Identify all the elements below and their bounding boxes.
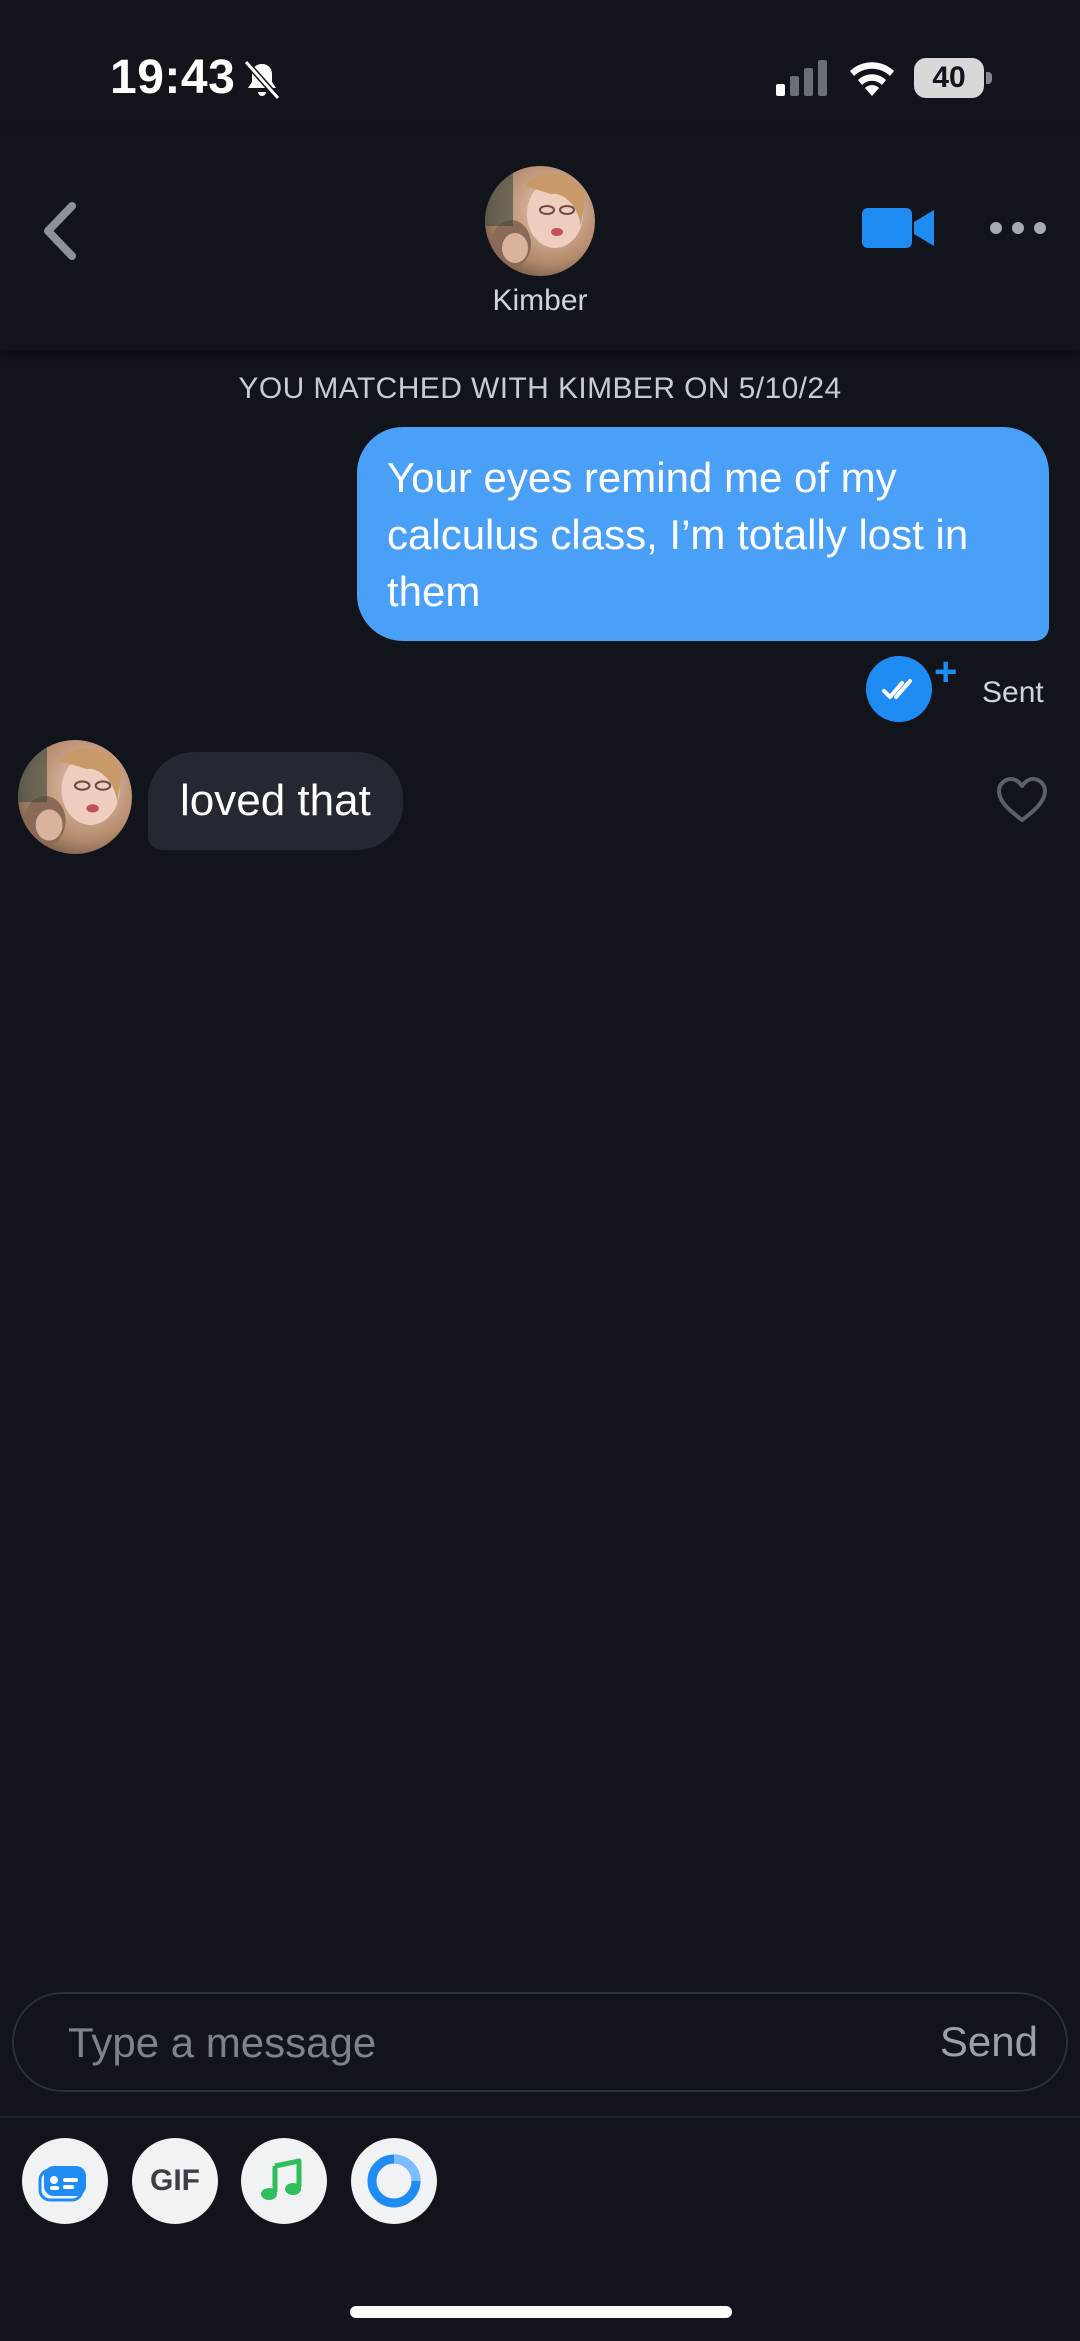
battery-indicator: 40 [914,58,992,98]
gif-label: GIF [150,2164,200,2197]
message-composer: Send [12,1992,1068,2092]
heart-icon[interactable] [996,776,1048,824]
double-check-icon [882,679,912,699]
ring-icon [367,2154,421,2208]
music-button[interactable] [241,2138,327,2224]
card-button[interactable] [22,2138,108,2224]
message-input[interactable] [66,1994,870,2092]
divider [0,2116,1080,2118]
read-receipt-button[interactable] [866,656,932,722]
signal-icon [776,60,827,96]
incoming-avatar[interactable] [18,740,132,854]
match-avatar[interactable] [485,166,595,276]
match-name[interactable]: Kimber [0,284,1080,318]
sent-status: Sent [982,676,1044,709]
send-button[interactable]: Send [940,1994,1038,2090]
music-icon [261,2158,302,2200]
ring-button[interactable] [351,2138,437,2224]
battery-level: 40 [914,58,984,98]
wifi-icon [850,62,894,96]
incoming-message-bubble[interactable]: loved that [148,752,403,850]
boost-plus[interactable]: + [934,652,966,692]
status-time: 19:43 [110,51,236,104]
bell-muted-icon [243,60,281,100]
card-icon [38,2166,86,2202]
back-chevron-icon[interactable] [36,196,86,266]
gif-button[interactable]: GIF [132,2138,218,2224]
more-icon[interactable] [988,218,1048,238]
matched-banner: YOU MATCHED WITH KIMBER ON 5/10/24 [238,372,842,405]
home-indicator[interactable] [350,2306,732,2318]
video-call-icon[interactable] [862,204,936,252]
outgoing-message-bubble[interactable]: Your eyes remind me of my calculus class… [357,427,1049,641]
